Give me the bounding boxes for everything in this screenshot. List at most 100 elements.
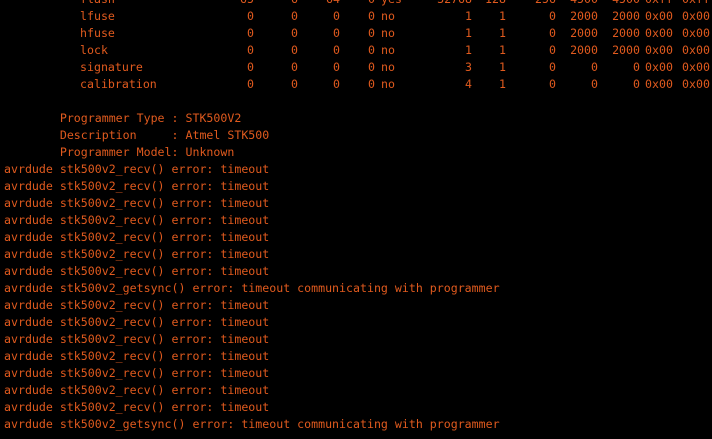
memory-value: 0	[368, 77, 375, 91]
memory-paged: no	[381, 9, 395, 23]
programmer-type-line: Programmer Type : STK500V2	[4, 111, 242, 125]
memory-value: 2000	[570, 26, 598, 40]
memory-value: 0	[291, 60, 298, 74]
memory-value: 0	[368, 9, 375, 23]
memory-value: 0	[291, 43, 298, 57]
log-line: avrdude stk500v2_recv() error: timeout	[4, 315, 270, 329]
memory-value: 0	[333, 60, 340, 74]
programmer-model-line: Programmer Model: Unknown	[4, 145, 235, 159]
memory-row-lfuse: lfuse 0 0 0 0 no 1 1 0 2000 2000 0x00 0x…	[0, 8, 712, 25]
memory-readback: 0x00	[682, 43, 710, 57]
memory-value: 0	[247, 43, 254, 57]
memory-value: 0	[633, 77, 640, 91]
memory-paged: no	[381, 60, 395, 74]
memory-paged: no	[381, 43, 395, 57]
log-line: avrdude stk500v2_recv() error: timeout	[4, 196, 270, 210]
log-line: avrdude stk500v2_recv() error: timeout	[4, 332, 270, 346]
memory-size: 3	[465, 60, 472, 74]
log-line: avrdude stk500v2_recv() error: timeout	[4, 230, 270, 244]
memory-value: 2000	[612, 9, 640, 23]
memory-size: 1	[465, 9, 472, 23]
memory-row-hfuse: hfuse 0 0 0 0 no 1 1 0 2000 2000 0x00 0x…	[0, 25, 712, 42]
memory-readback: 0x00	[645, 43, 673, 57]
memory-value: 0	[591, 77, 598, 91]
log-line: avrdude stk500v2_getsync() error: timeou…	[4, 281, 500, 295]
memory-page: 1	[499, 43, 506, 57]
memory-size: 32768	[432, 0, 472, 8]
memory-size: 4	[465, 77, 472, 91]
log-line: avrdude stk500v2_recv() error: timeout	[4, 179, 270, 193]
log-line: avrdude stk500v2_recv() error: timeout	[4, 247, 270, 261]
memory-pages: 0	[549, 9, 556, 23]
memory-pages: 0	[549, 60, 556, 74]
memory-value: 2000	[570, 9, 598, 23]
memory-value: 0	[368, 26, 375, 40]
memory-row-calibration: calibration 0 0 0 0 no 4 1 0 0 0 0x00 0x…	[0, 76, 712, 93]
memory-value: 0	[247, 60, 254, 74]
memory-page: 1	[499, 9, 506, 23]
memory-page: 1	[499, 26, 506, 40]
memory-size: 1	[465, 26, 472, 40]
log-line: avrdude stk500v2_recv() error: timeout	[4, 298, 270, 312]
log-line: avrdude stk500v2_getsync() error: timeou…	[4, 417, 500, 431]
memory-readback: 0x00	[645, 26, 673, 40]
memory-readback: 0x00	[682, 9, 710, 23]
memory-name: lfuse	[80, 9, 115, 23]
memory-paged: no	[381, 26, 395, 40]
memory-pages: 0	[549, 26, 556, 40]
memory-value: 0	[333, 77, 340, 91]
memory-readback: 0x00	[682, 26, 710, 40]
memory-value: 0	[291, 26, 298, 40]
memory-page: 1	[499, 60, 506, 74]
memory-size: 1	[465, 43, 472, 57]
memory-value: 0	[247, 77, 254, 91]
memory-row-flash: flash 65 6 64 0 yes 32768 128 256 4500 4…	[0, 0, 712, 8]
memory-value: 6	[278, 0, 298, 8]
log-line: avrdude stk500v2_recv() error: timeout	[4, 383, 270, 397]
memory-value: 4500	[562, 0, 598, 8]
memory-page: 1	[499, 77, 506, 91]
memory-value: 2000	[612, 43, 640, 57]
memory-value: 0	[333, 43, 340, 57]
log-line: avrdude stk500v2_recv() error: timeout	[4, 213, 270, 227]
memory-pages: 0	[549, 77, 556, 91]
memory-pages: 0	[549, 43, 556, 57]
memory-row-lock: lock 0 0 0 0 no 1 1 0 2000 2000 0x00 0x0…	[0, 42, 712, 59]
memory-value: 0	[633, 60, 640, 74]
memory-value: 64	[320, 0, 340, 8]
memory-name: hfuse	[80, 26, 115, 40]
memory-name: flash	[80, 0, 115, 8]
memory-value: 0	[591, 60, 598, 74]
memory-page: 128	[478, 0, 506, 8]
log-line: avrdude stk500v2_recv() error: timeout	[4, 264, 270, 278]
log-line: avrdude stk500v2_recv() error: timeout	[4, 162, 270, 176]
memory-value: 2000	[612, 26, 640, 40]
memory-value: 0	[368, 60, 375, 74]
memory-value: 0	[291, 9, 298, 23]
log-line: avrdude stk500v2_recv() error: timeout	[4, 349, 270, 363]
memory-name: signature	[80, 60, 143, 74]
memory-row-signature: signature 0 0 0 0 no 3 1 0 0 0 0x00 0x00	[0, 59, 712, 76]
memory-value: 0	[291, 77, 298, 91]
memory-readback: 0x00	[645, 9, 673, 23]
memory-paged: yes	[381, 0, 402, 8]
memory-value: 0	[333, 26, 340, 40]
memory-pages: 256	[526, 0, 556, 8]
memory-readback: 0x00	[682, 60, 710, 74]
memory-value: 0	[333, 9, 340, 23]
memory-readback: 0x00	[682, 77, 710, 91]
memory-name: calibration	[80, 77, 157, 91]
memory-value: 2000	[570, 43, 598, 57]
memory-name: lock	[80, 43, 108, 57]
memory-value: 0	[355, 0, 375, 8]
memory-value: 0	[247, 9, 254, 23]
terminal-window[interactable]: flash 65 6 64 0 yes 32768 128 256 4500 4…	[0, 0, 712, 439]
memory-readback: 0xff	[682, 0, 710, 8]
log-line: avrdude stk500v2_recv() error: timeout	[4, 400, 270, 414]
description-line: Description : Atmel STK500	[4, 128, 270, 142]
memory-value: 0	[247, 26, 254, 40]
memory-readback: 0xff	[645, 0, 673, 8]
log-line: avrdude stk500v2_recv() error: timeout	[4, 366, 270, 380]
memory-value: 4500	[604, 0, 640, 8]
memory-readback: 0x00	[645, 77, 673, 91]
